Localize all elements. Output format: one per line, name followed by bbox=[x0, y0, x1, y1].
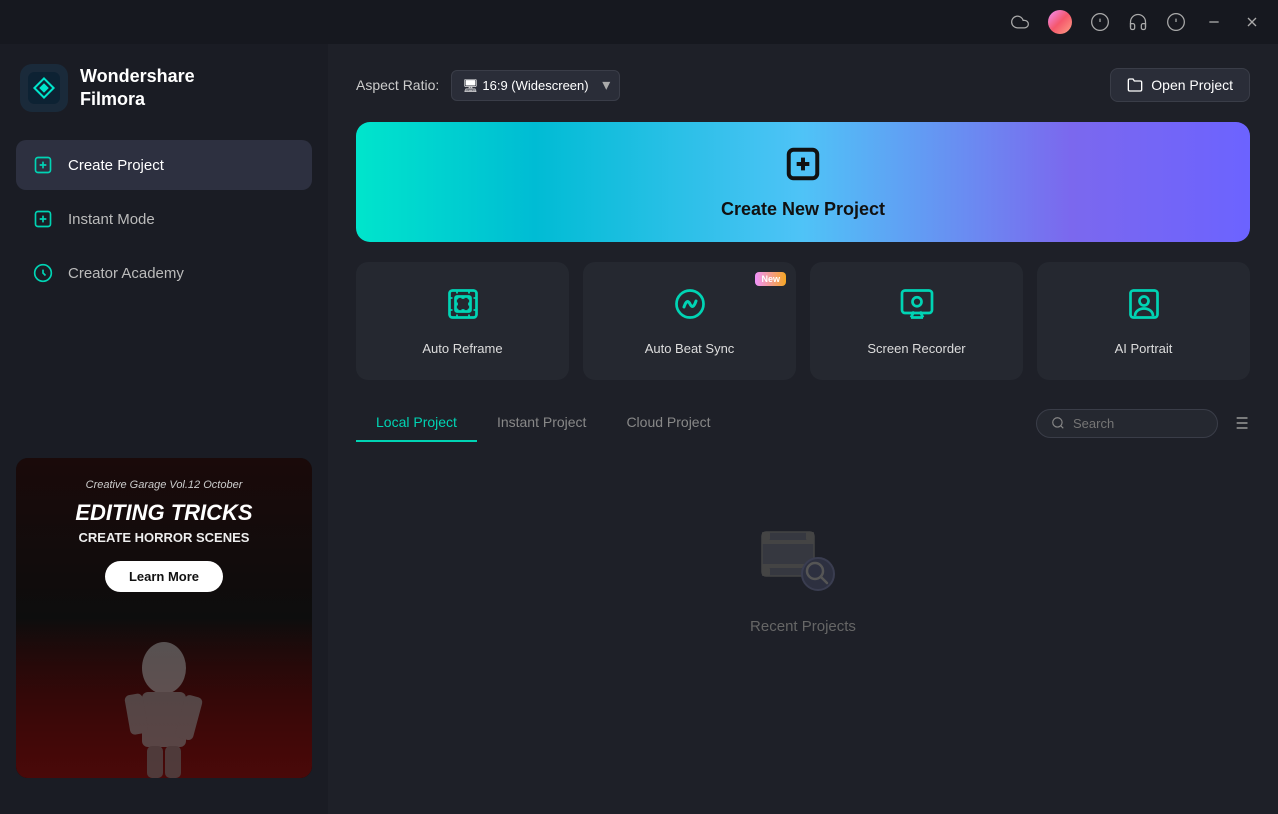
create-project-plus-icon bbox=[784, 145, 822, 191]
cloud-icon[interactable] bbox=[1010, 12, 1030, 32]
headphones-icon[interactable] bbox=[1128, 12, 1148, 32]
sidebar-item-creator-academy[interactable]: Creator Academy bbox=[16, 248, 312, 298]
sidebar: Wondershare Filmora Create Project Insta… bbox=[0, 44, 328, 814]
sidebar-item-label-creator-academy: Creator Academy bbox=[68, 265, 184, 282]
aspect-ratio-select-wrapper[interactable]: 🖥 16:9 (Widescreen) 📱 9:16 (Vertical) ⬜ … bbox=[451, 70, 620, 101]
instant-mode-icon bbox=[32, 208, 54, 230]
screen-recorder-label: Screen Recorder bbox=[867, 341, 965, 356]
banner-learn-more-button[interactable]: Learn More bbox=[105, 561, 223, 592]
user-avatar[interactable] bbox=[1048, 10, 1072, 34]
info-icon[interactable] bbox=[1166, 12, 1186, 32]
sidebar-item-label-instant-mode: Instant Mode bbox=[68, 211, 155, 228]
sidebar-nav: Create Project Instant Mode Creator Acad… bbox=[0, 140, 328, 298]
tool-card-ai-portrait[interactable]: AI Portrait bbox=[1037, 262, 1250, 380]
auto-reframe-icon bbox=[445, 286, 481, 329]
app-name: Wondershare Filmora bbox=[80, 65, 195, 112]
sidebar-banner[interactable]: Creative Garage Vol.12 October EDITING T… bbox=[16, 458, 312, 778]
open-project-label: Open Project bbox=[1151, 77, 1233, 93]
list-view-button[interactable] bbox=[1230, 413, 1250, 433]
tool-cards-grid: Auto Reframe New Auto Beat Sync bbox=[356, 262, 1250, 380]
search-box[interactable] bbox=[1036, 409, 1218, 438]
empty-state-label: Recent Projects bbox=[750, 618, 856, 635]
close-button[interactable] bbox=[1242, 12, 1262, 32]
search-input[interactable] bbox=[1073, 416, 1203, 431]
banner-subtitle: CREATE HORROR SCENES bbox=[79, 530, 250, 545]
list-view-icon bbox=[1230, 413, 1250, 433]
minimize-button[interactable] bbox=[1204, 12, 1224, 32]
tool-card-auto-beat-sync[interactable]: New Auto Beat Sync bbox=[583, 262, 796, 380]
ai-portrait-icon bbox=[1126, 286, 1162, 329]
open-project-button[interactable]: Open Project bbox=[1110, 68, 1250, 102]
sidebar-item-label-create-project: Create Project bbox=[68, 157, 164, 174]
empty-state: Recent Projects bbox=[356, 462, 1250, 695]
creator-academy-icon bbox=[32, 262, 54, 284]
project-tabs: Local Project Instant Project Cloud Proj… bbox=[356, 404, 1036, 442]
create-project-icon bbox=[32, 154, 54, 176]
tab-local-project[interactable]: Local Project bbox=[356, 404, 477, 442]
sidebar-item-create-project[interactable]: Create Project bbox=[16, 140, 312, 190]
project-tabs-row: Local Project Instant Project Cloud Proj… bbox=[356, 404, 1250, 442]
app-logo: Wondershare Filmora bbox=[0, 64, 328, 140]
create-new-project-label: Create New Project bbox=[721, 199, 885, 220]
empty-state-icon bbox=[758, 522, 848, 602]
auto-reframe-label: Auto Reframe bbox=[422, 341, 502, 356]
sidebar-item-instant-mode[interactable]: Instant Mode bbox=[16, 194, 312, 244]
main-layout: Wondershare Filmora Create Project Insta… bbox=[0, 44, 1278, 814]
tab-instant-project[interactable]: Instant Project bbox=[477, 404, 607, 442]
logo-icon bbox=[20, 64, 68, 112]
titlebar bbox=[0, 0, 1278, 44]
create-new-project-banner[interactable]: Create New Project bbox=[356, 122, 1250, 242]
film-icon bbox=[758, 522, 838, 592]
banner-figure bbox=[16, 618, 312, 778]
banner-subtitle-small: Creative Garage Vol.12 October bbox=[86, 478, 243, 493]
ai-portrait-label: AI Portrait bbox=[1115, 341, 1173, 356]
screen-recorder-icon bbox=[899, 286, 935, 329]
auto-beat-sync-label: Auto Beat Sync bbox=[645, 341, 735, 356]
new-badge: New bbox=[755, 272, 786, 286]
tool-card-auto-reframe[interactable]: Auto Reframe bbox=[356, 262, 569, 380]
aspect-ratio-section: Aspect Ratio: 🖥 16:9 (Widescreen) 📱 9:16… bbox=[356, 70, 620, 101]
upload-icon[interactable] bbox=[1090, 12, 1110, 32]
tool-card-screen-recorder[interactable]: Screen Recorder bbox=[810, 262, 1023, 380]
search-icon bbox=[1051, 416, 1065, 430]
folder-icon bbox=[1127, 77, 1143, 93]
tab-cloud-project[interactable]: Cloud Project bbox=[606, 404, 730, 442]
auto-beat-sync-icon bbox=[672, 286, 708, 329]
aspect-ratio-label: Aspect Ratio: bbox=[356, 77, 439, 93]
topbar: Aspect Ratio: 🖥 16:9 (Widescreen) 📱 9:16… bbox=[356, 68, 1250, 102]
aspect-ratio-select[interactable]: 🖥 16:9 (Widescreen) 📱 9:16 (Vertical) ⬜ … bbox=[451, 70, 620, 101]
main-content: Aspect Ratio: 🖥 16:9 (Widescreen) 📱 9:16… bbox=[328, 44, 1278, 814]
banner-title: EDITING TRICKS bbox=[75, 501, 252, 525]
